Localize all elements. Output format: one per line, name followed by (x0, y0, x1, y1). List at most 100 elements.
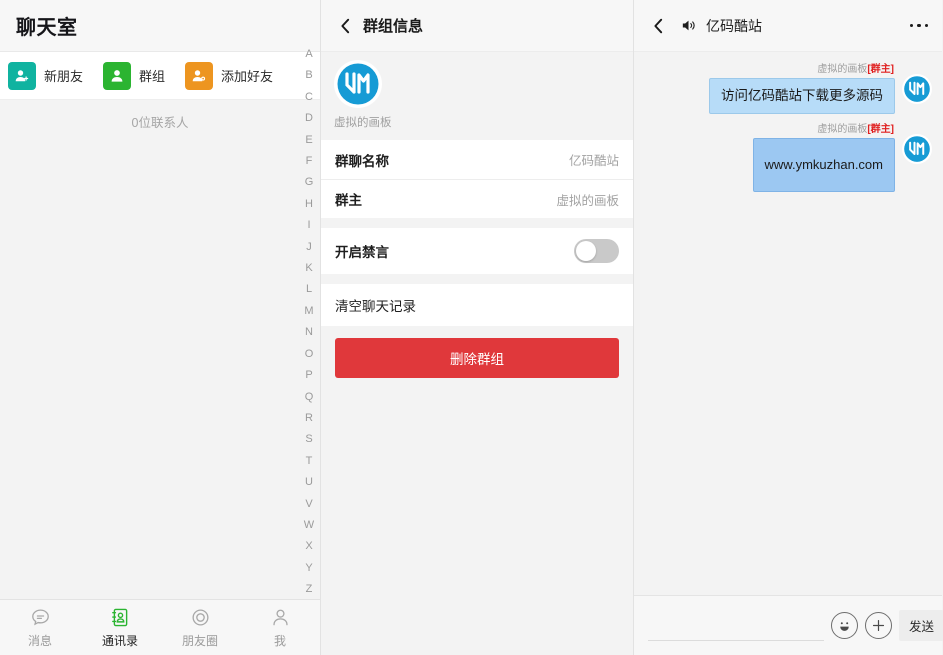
index-letter[interactable]: S (299, 429, 319, 450)
chat-panel: 亿码酷站 虚拟的画板[群主] 访问亿码酷站下载更多源码 (634, 0, 942, 655)
tab-messages[interactable]: 消息 (0, 600, 80, 655)
tab-label: 通讯录 (102, 632, 138, 649)
section-divider (321, 218, 633, 228)
ym-logo-avatar[interactable] (902, 74, 932, 104)
chat-app-window: 聊天室 新朋友 群组 添加好友 0位联系人 (0, 0, 943, 655)
mute-card: 开启禁言 (321, 228, 633, 274)
group-detail-card: 群聊名称 亿码酷站 群主 虚拟的画板 (321, 140, 633, 218)
row-value: 虚拟的画板 (556, 190, 619, 209)
index-letter[interactable]: D (299, 108, 319, 129)
index-letter[interactable]: Q (299, 387, 319, 408)
tab-contacts[interactable]: 通讯录 (80, 600, 160, 655)
delete-group-wrap: 删除群组 (321, 326, 633, 378)
clear-history-card: 清空聊天记录 (321, 284, 633, 326)
group-info-title: 群组信息 (363, 15, 423, 36)
chat-header: 亿码酷站 (634, 0, 942, 52)
index-letter[interactable]: B (299, 65, 319, 86)
index-letter[interactable]: L (299, 279, 319, 300)
message-column: 虚拟的画板[群主] www.ymkuzhan.com (753, 120, 895, 192)
group-info-filler (321, 378, 633, 655)
quick-action-group[interactable]: 群组 (103, 62, 165, 90)
index-letter[interactable]: F (299, 151, 319, 172)
contact-list (0, 141, 320, 599)
ym-logo-avatar[interactable] (902, 134, 932, 164)
index-letter[interactable]: Z (299, 579, 319, 600)
new-friend-icon (8, 62, 36, 90)
index-letter[interactable]: A (299, 44, 319, 65)
message-bubble[interactable]: 访问亿码酷站下载更多源码 (709, 78, 895, 114)
message-sender-meta: 虚拟的画板[群主] (817, 120, 894, 135)
send-button[interactable]: 发送 (899, 610, 943, 641)
index-letter[interactable]: Y (299, 558, 319, 579)
index-letter[interactable]: U (299, 472, 319, 493)
page-title: 聊天室 (16, 11, 78, 40)
index-letter[interactable]: C (299, 87, 319, 108)
alphabet-index-bar[interactable]: A B C D E F G H I J K L M N O P Q R S T … (299, 44, 319, 601)
index-letter[interactable]: T (299, 451, 319, 472)
tab-label: 消息 (28, 632, 52, 649)
emoji-smile-icon[interactable] (831, 612, 858, 639)
message-sender-name: 虚拟的画板 (817, 64, 867, 75)
message-input[interactable] (648, 611, 824, 641)
person-icon (270, 607, 291, 629)
group-profile-block: 虚拟的画板 (321, 52, 633, 140)
tab-label: 我 (274, 632, 286, 649)
index-letter[interactable]: P (299, 365, 319, 386)
plus-circle-icon[interactable] (865, 612, 892, 639)
message-sender-name: 虚拟的画板 (817, 124, 867, 135)
index-letter[interactable]: M (299, 301, 319, 322)
quick-action-add-friend[interactable]: 添加好友 (185, 62, 273, 90)
tab-label: 朋友圈 (182, 632, 218, 649)
index-letter[interactable]: E (299, 130, 319, 151)
message-sender-meta: 虚拟的画板[群主] (817, 60, 894, 75)
delete-group-button[interactable]: 删除群组 (335, 338, 619, 378)
group-owner-name: 虚拟的画板 (334, 114, 633, 130)
more-dots-icon[interactable] (908, 18, 931, 34)
row-label: 开启禁言 (335, 241, 389, 261)
index-letter[interactable]: W (299, 515, 319, 536)
row-clear-history[interactable]: 清空聊天记录 (321, 284, 633, 326)
toggle-knob (576, 241, 596, 261)
row-label: 群主 (335, 189, 362, 209)
row-group-name[interactable]: 群聊名称 亿码酷站 (321, 140, 633, 179)
owner-tag: [群主] (867, 64, 894, 75)
index-letter[interactable]: V (299, 494, 319, 515)
index-letter[interactable]: K (299, 258, 319, 279)
contact-count-text: 0位联系人 (0, 100, 320, 141)
message-column: 虚拟的画板[群主] 访问亿码酷站下载更多源码 (709, 60, 895, 114)
chat-bubble-icon (30, 607, 51, 629)
index-letter[interactable]: I (299, 215, 319, 236)
row-value: 亿码酷站 (569, 150, 619, 169)
contacts-header: 聊天室 (0, 0, 320, 52)
contacts-panel: 聊天室 新朋友 群组 添加好友 0位联系人 (0, 0, 321, 655)
speaker-icon[interactable] (680, 17, 697, 34)
tab-profile[interactable]: 我 (240, 600, 320, 655)
quick-action-new-friend[interactable]: 新朋友 (8, 62, 83, 90)
tab-moments[interactable]: 朋友圈 (160, 600, 240, 655)
index-letter[interactable]: G (299, 172, 319, 193)
index-letter[interactable]: O (299, 344, 319, 365)
row-mute-toggle[interactable]: 开启禁言 (321, 228, 633, 274)
mute-toggle-switch[interactable] (574, 239, 619, 263)
index-letter[interactable]: X (299, 536, 319, 557)
contacts-book-icon (110, 607, 131, 629)
row-group-owner[interactable]: 群主 虚拟的画板 (321, 179, 633, 218)
index-letter[interactable]: J (299, 237, 319, 258)
chat-input-bar: 发送 (634, 595, 942, 655)
index-letter[interactable]: H (299, 194, 319, 215)
quick-action-label: 群组 (139, 66, 165, 85)
row-label: 群聊名称 (335, 150, 389, 170)
ym-logo-avatar[interactable] (334, 60, 382, 108)
moments-icon (190, 607, 211, 629)
chat-message: 虚拟的画板[群主] www.ymkuzhan.com (644, 120, 932, 192)
quick-actions-row: 新朋友 群组 添加好友 (0, 52, 320, 100)
bottom-tabbar: 消息 通讯录 朋友圈 我 (0, 599, 320, 655)
group-info-panel: 群组信息 虚拟的画板 群聊名称 亿码酷站 群主 虚拟的画板 (321, 0, 634, 655)
back-chevron-icon[interactable] (335, 16, 355, 36)
group-info-header: 群组信息 (321, 0, 633, 52)
message-bubble[interactable]: www.ymkuzhan.com (753, 138, 895, 192)
back-chevron-icon[interactable] (648, 16, 668, 36)
index-letter[interactable]: R (299, 408, 319, 429)
quick-action-label: 添加好友 (221, 66, 273, 85)
index-letter[interactable]: N (299, 322, 319, 343)
